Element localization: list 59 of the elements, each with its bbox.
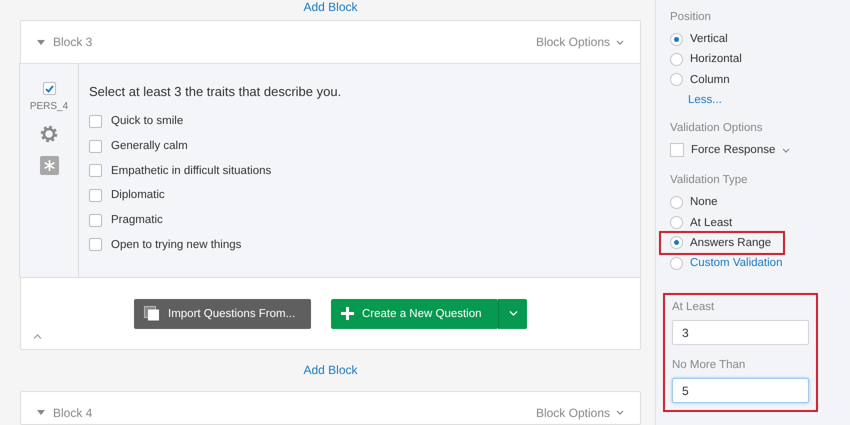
- caret-icon: [782, 148, 790, 153]
- section-label: Validation Type: [670, 174, 749, 186]
- radio-button[interactable]: [670, 32, 683, 46]
- radio-button[interactable]: [670, 256, 683, 270]
- choice-checkbox[interactable]: [89, 114, 102, 128]
- option-label: Force Response: [691, 144, 776, 156]
- block-options-dropdown[interactable]: Block Options: [536, 35, 624, 49]
- section-label: Position: [670, 11, 712, 23]
- add-block-link[interactable]: Add Block: [303, 363, 358, 378]
- input-field[interactable]: 3: [672, 320, 809, 346]
- choice-checkbox[interactable]: [89, 140, 102, 152]
- section-label: Validation Options: [670, 122, 764, 134]
- asterisk-icon[interactable]: [40, 156, 58, 175]
- radio-button[interactable]: [670, 52, 683, 66]
- block-title: Block 4: [53, 406, 92, 420]
- field-label: No More Than: [672, 359, 746, 372]
- radio-button[interactable]: [670, 73, 683, 86]
- choice-checkbox[interactable]: [89, 214, 102, 227]
- choice-label: Quick to smile: [111, 115, 184, 128]
- question-id: PERS_4: [30, 101, 68, 112]
- choice-checkbox[interactable]: [89, 188, 102, 202]
- collapse-triangle-icon[interactable]: [37, 40, 45, 44]
- chevron-down-icon: [508, 311, 518, 316]
- create-question-button[interactable]: Create a New Question: [331, 298, 498, 328]
- choice-checkbox[interactable]: [89, 164, 102, 178]
- collapse-triangle-icon[interactable]: [37, 410, 45, 416]
- input-field[interactable]: 5: [672, 378, 809, 404]
- choice-label: Open to trying new things: [111, 238, 242, 251]
- caret-icon: [616, 410, 624, 416]
- choice-label: Diplomatic: [111, 189, 165, 202]
- option-label: None: [690, 196, 718, 208]
- question-text: Select at least 3 the traits that describe you.: [89, 84, 342, 99]
- option-label: At Least: [690, 216, 732, 229]
- choice-label: Empathetic in difficult situations: [111, 164, 272, 177]
- caret-icon: [616, 40, 624, 44]
- block-options-dropdown[interactable]: Block Options: [536, 406, 624, 420]
- import-questions-button[interactable]: Import Questions From...: [134, 298, 311, 328]
- collapse-caret-icon[interactable]: [33, 334, 42, 339]
- option-link[interactable]: Custom Validation: [690, 257, 782, 270]
- plus-icon: [341, 307, 354, 320]
- question-checkbox[interactable]: [42, 82, 56, 95]
- option-label: Horizontal: [690, 53, 742, 66]
- option-label: Answers Range: [690, 236, 772, 249]
- option-label: Column: [690, 74, 730, 86]
- less-link[interactable]: Less...: [688, 94, 722, 106]
- copy-pages-icon: [144, 306, 160, 321]
- choice-label: Generally calm: [111, 140, 188, 152]
- add-block-link[interactable]: Add Block: [303, 0, 358, 14]
- force-response-checkbox[interactable]: [670, 143, 684, 158]
- option-label: Vertical: [690, 33, 728, 46]
- choice-label: Pragmatic: [111, 214, 163, 226]
- field-label: At Least: [672, 301, 716, 314]
- create-options-dropdown-button[interactable]: [498, 298, 527, 328]
- choice-checkbox[interactable]: [89, 238, 102, 252]
- radio-button[interactable]: [670, 216, 683, 230]
- block-title: Block 3: [53, 35, 92, 49]
- gear-icon[interactable]: [39, 124, 59, 144]
- radio-button[interactable]: [670, 236, 683, 250]
- radio-button[interactable]: [670, 196, 683, 209]
